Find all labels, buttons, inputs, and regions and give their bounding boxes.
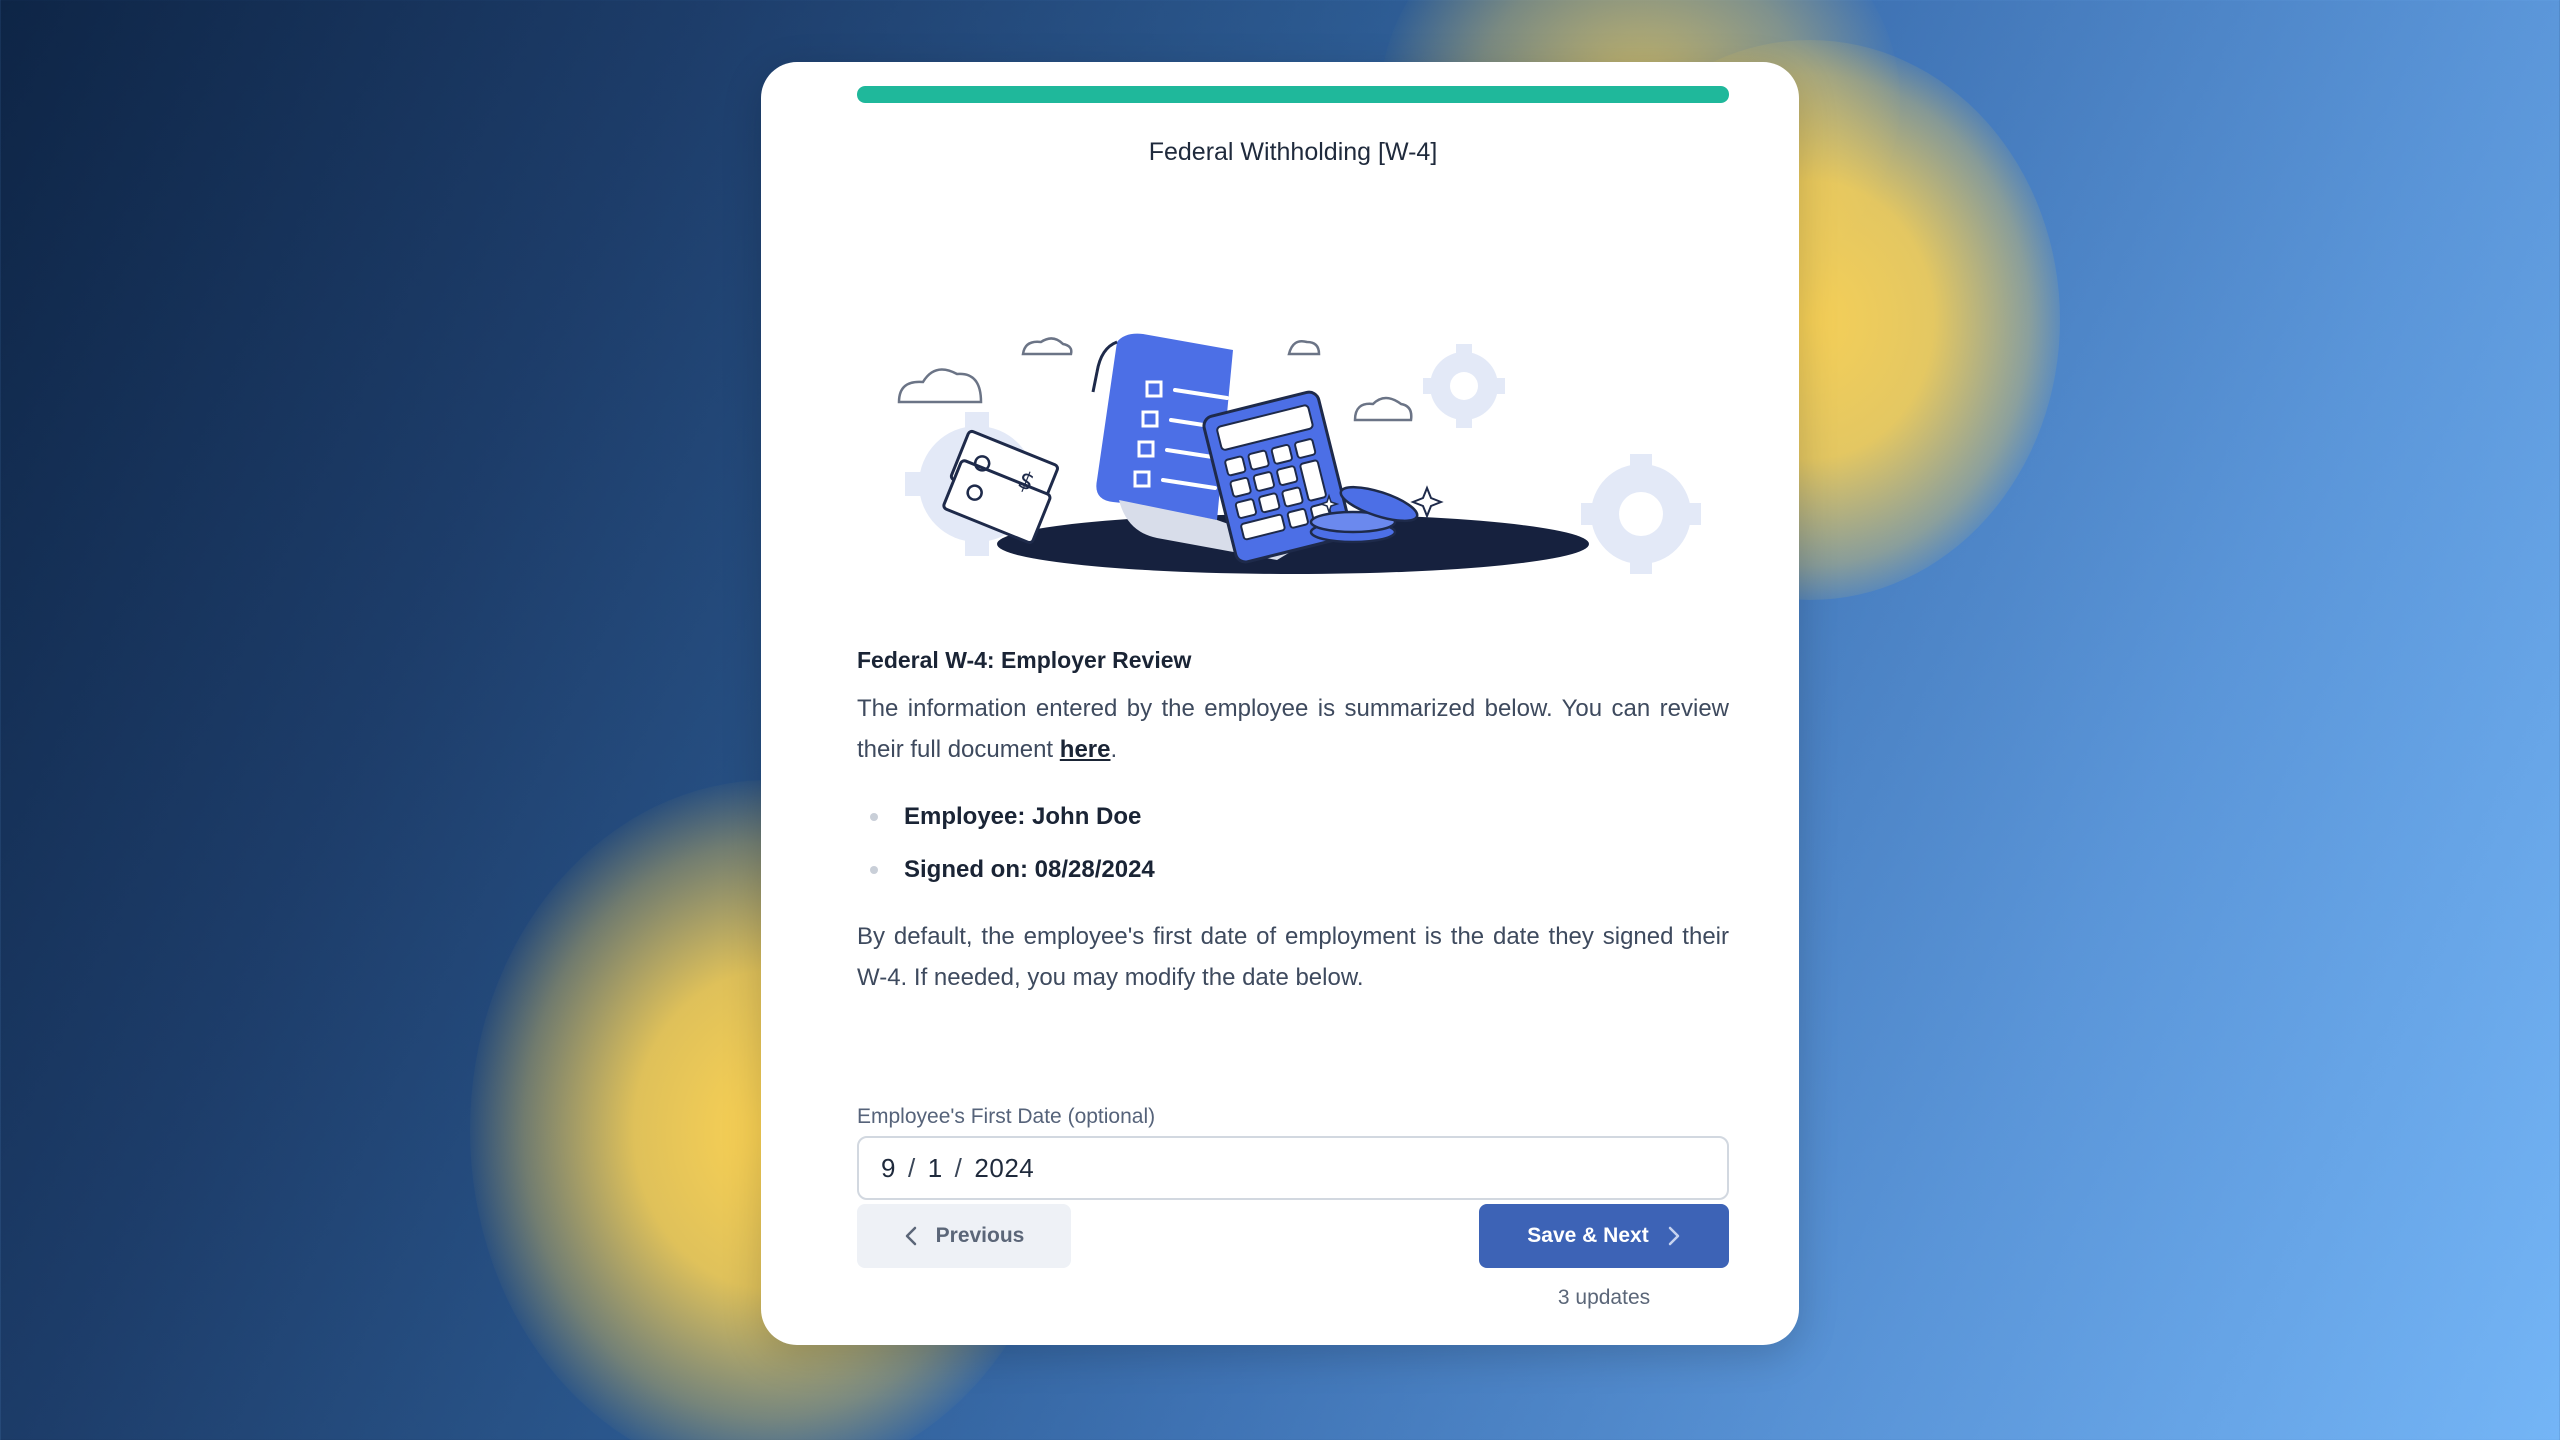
list-item: Signed on: 08/28/2024 <box>857 843 1729 896</box>
previous-button[interactable]: Previous <box>857 1204 1071 1268</box>
save-and-next-label: Save & Next <box>1527 1224 1649 1247</box>
save-and-next-button[interactable]: Save & Next <box>1479 1204 1729 1268</box>
chevron-left-icon <box>904 1226 918 1246</box>
review-heading: Federal W-4: Employer Review <box>857 647 1192 673</box>
date-separator: / <box>907 1153 916 1183</box>
first-date-input[interactable]: 9 / 1 / 2024 <box>857 1136 1729 1200</box>
w4-tax-documents-illustration: $ <box>857 252 1729 612</box>
chevron-right-icon <box>1667 1226 1681 1246</box>
review-intro-text: The information entered by the employee … <box>857 695 1729 763</box>
review-content: Federal W-4: Employer Review The informa… <box>857 640 1729 998</box>
step-title: Federal Withholding [W-4] <box>1148 138 1438 166</box>
progress-bar <box>857 86 1729 103</box>
w4-review-card: Federal Withholding [W-4] $ Federal W-4:… <box>761 62 1799 1345</box>
first-date-year[interactable]: 2024 <box>974 1138 1034 1198</box>
previous-button-label: Previous <box>935 1224 1025 1247</box>
review-intro-end: . <box>1110 736 1118 763</box>
bullet-dot-icon <box>870 813 878 821</box>
employee-summary-list: Employee: John Doe Signed on: 08/28/2024 <box>857 790 1729 896</box>
first-date-day[interactable]: 1 <box>928 1138 943 1198</box>
list-item: Employee: John Doe <box>857 790 1729 843</box>
first-date-label: Employee's First Date (optional) <box>857 1105 1156 1128</box>
signed-on-date: Signed on: 08/28/2024 <box>904 856 1155 883</box>
first-date-note: By default, the employee's first date of… <box>857 923 1729 991</box>
first-date-value[interactable]: 9 / 1 / 2024 <box>881 1138 1034 1198</box>
first-date-month[interactable]: 9 <box>881 1138 896 1198</box>
bullet-dot-icon <box>870 866 878 874</box>
review-intro: The information entered by the employee … <box>857 688 1729 770</box>
employee-name: Employee: John Doe <box>904 803 1142 830</box>
updates-count: 3 updates <box>1557 1286 1651 1309</box>
date-separator: / <box>954 1153 963 1183</box>
full-document-link[interactable]: here <box>1060 736 1111 763</box>
progress-bar-fill <box>857 86 1729 103</box>
